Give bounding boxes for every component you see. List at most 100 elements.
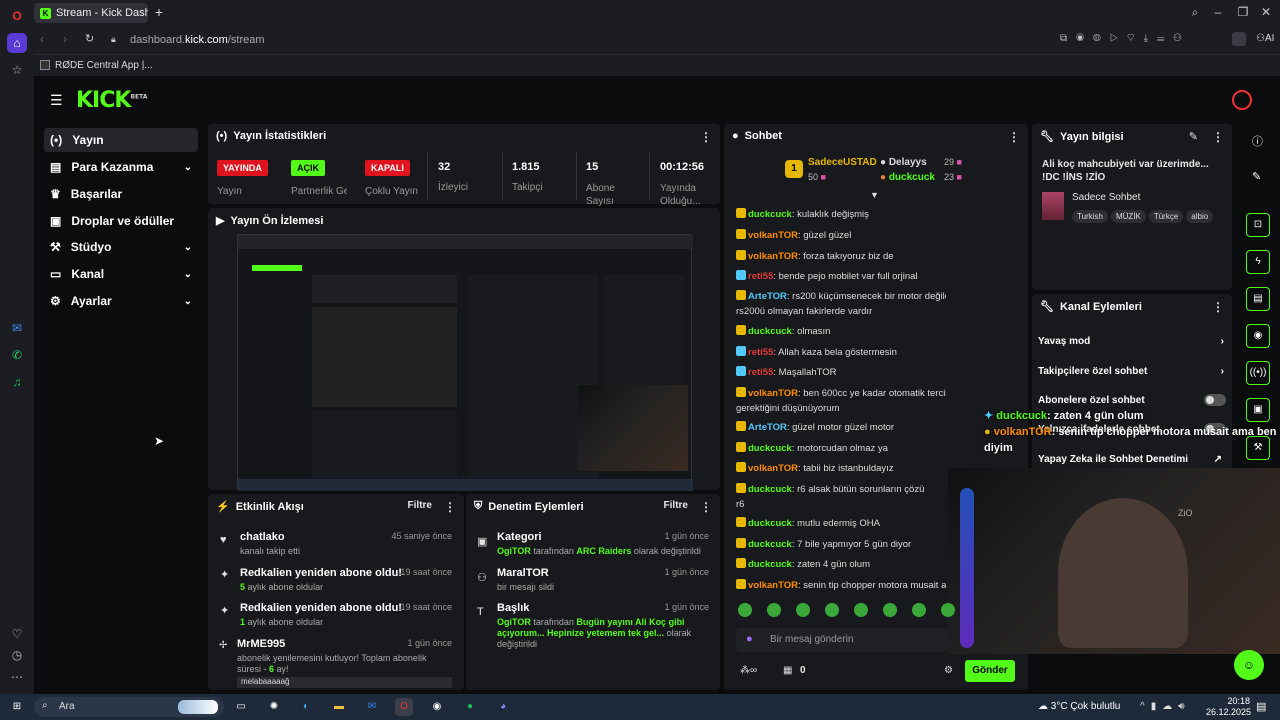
weather-widget[interactable]: ☁ 3°C Çok bulutlu — [1038, 701, 1120, 712]
send-button[interactable]: Gönder — [965, 660, 1015, 682]
emote-icon[interactable] — [767, 603, 781, 617]
more-options-icon[interactable]: ⋮ — [1212, 300, 1224, 314]
opera-taskbar-icon[interactable]: O — [395, 698, 413, 716]
search-tabs-icon[interactable]: ⌕ — [1187, 4, 1203, 20]
user-avatar[interactable] — [1232, 90, 1252, 110]
emote-icon[interactable] — [825, 603, 839, 617]
aria-ai-button[interactable]: ⚇AI — [1256, 33, 1274, 44]
close-window-button[interactable]: ✕ — [1258, 4, 1274, 20]
emote-icon[interactable] — [941, 603, 955, 617]
broadcast-icon: (•) — [50, 133, 63, 147]
file-explorer-icon[interactable]: ▬ — [330, 698, 348, 716]
edge-icon[interactable]: ◐ — [297, 698, 315, 716]
more-icon[interactable]: ⋯ — [7, 667, 27, 687]
rail-bolt-button[interactable]: ϟ — [1246, 250, 1270, 274]
home-icon[interactable]: ⌂ — [7, 33, 27, 53]
live-badge: YAYINDA — [217, 160, 268, 176]
kick-logo[interactable]: KICKBETA — [76, 88, 147, 113]
new-tab-button[interactable]: + — [152, 5, 166, 19]
windows-start-icon[interactable]: ⊞ — [8, 698, 26, 716]
chevron-right-icon: › — [1220, 366, 1224, 377]
obs-icon[interactable]: ◉ — [428, 698, 446, 716]
more-options-icon[interactable]: ⋮ — [700, 130, 712, 144]
chat-message: duckcuck: r6 alsak bütün sorunların çözü — [736, 483, 946, 497]
nav-item-para-kazanma[interactable]: ▤ Para Kazanma ⌄ — [44, 155, 198, 179]
gear-icon[interactable]: ⚙ — [944, 665, 953, 676]
system-tray-icons[interactable]: ^▮☁🔊︎ — [1140, 701, 1191, 712]
minimize-button[interactable]: – — [1210, 4, 1226, 20]
nav-item-basarilar[interactable]: ♛ Başarılar — [44, 182, 198, 206]
stream-preview-video[interactable] — [237, 234, 693, 491]
notification-icon[interactable]: ▤ — [1256, 700, 1266, 713]
user-badge-icon — [736, 387, 746, 397]
emote-icon[interactable] — [738, 603, 752, 617]
chat-input-box[interactable]: ● Bir mesaj gönderin — [736, 628, 948, 652]
emote-icon[interactable] — [854, 603, 868, 617]
emote-icon[interactable] — [796, 603, 810, 617]
subs-only-toggle[interactable] — [1204, 394, 1226, 406]
collapse-icon[interactable]: ▼ — [870, 190, 879, 200]
celebrate-icon: ✢ — [219, 640, 228, 651]
user-badge-icon — [736, 462, 746, 472]
support-chat-button[interactable]: ☺ — [1234, 650, 1264, 680]
star-icon[interactable]: ☆ — [7, 60, 27, 80]
more-options-icon[interactable]: ⋮ — [444, 500, 456, 514]
nav-item-kanal[interactable]: ▭ Kanal ⌄ — [44, 262, 198, 286]
infinity-icon[interactable]: ⁂∞ — [740, 665, 757, 676]
nav-item-yayin[interactable]: (•) Yayın — [44, 128, 198, 152]
chatgpt-icon[interactable]: ✺ — [265, 698, 283, 716]
history-icon[interactable]: ◷ — [7, 645, 27, 665]
rode-favicon-icon — [40, 60, 50, 70]
nav-item-ayarlar[interactable]: ⚙ Ayarlar ⌄ — [44, 289, 198, 313]
chat-message: gerektiğini düşünüyorum — [736, 403, 840, 414]
heart-icon[interactable]: ♡ — [7, 624, 27, 644]
rail-camera-button[interactable]: ⊡ — [1246, 213, 1270, 237]
chat-message: ArteTOR: güzel motor güzel motor — [736, 421, 946, 435]
browser-tab[interactable]: K Stream - Kick Dashboard — [34, 3, 148, 23]
forward-icon[interactable]: › — [63, 32, 67, 46]
outlook-icon[interactable]: ✉ — [363, 698, 381, 716]
messenger-icon[interactable]: ✉ — [7, 318, 27, 338]
nav-item-droplar[interactable]: ▣ Droplar ve ödüller — [44, 209, 198, 233]
maximize-button[interactable]: ❐ — [1235, 4, 1251, 20]
activity-filter-button[interactable]: Filtre — [408, 500, 432, 511]
extension-icon[interactable] — [1232, 32, 1246, 46]
edit-icon[interactable]: ✎ — [1252, 170, 1261, 183]
reload-icon[interactable]: ↻ — [85, 32, 94, 45]
address-bar-tools[interactable]: ⧉◉◍▷♡⤓☰⚇ — [1060, 33, 1191, 44]
tab-title: Stream - Kick Dashboard — [56, 7, 148, 19]
spotify-taskbar-icon[interactable]: ● — [461, 698, 479, 716]
camera-icon: ▶ — [216, 215, 225, 227]
task-view-icon[interactable]: ▭ — [232, 698, 250, 716]
bookmark-item[interactable]: RØDE Central App |... — [40, 56, 153, 74]
more-options-icon[interactable]: ⋮ — [700, 500, 712, 514]
whatsapp-icon[interactable]: ✆ — [7, 345, 27, 365]
top-gifter-3: ● duckcuck — [880, 172, 935, 183]
slow-mode-item[interactable]: Yavaş mod › — [1038, 336, 1228, 347]
menu-icon[interactable]: ☰ — [50, 92, 64, 108]
clock[interactable]: 20:18 26.12.2025 — [1206, 696, 1251, 718]
opera-logo-icon[interactable]: O — [7, 6, 27, 26]
emote-icon[interactable] — [912, 603, 926, 617]
top-gifter-2: ● Delayys — [880, 157, 927, 168]
rail-broadcast-button[interactable]: ((•)) — [1246, 361, 1270, 385]
info-icon[interactable]: ⓘ — [1252, 133, 1263, 149]
rail-chat-button[interactable]: ◉ — [1246, 324, 1270, 348]
emote-icon[interactable] — [883, 603, 897, 617]
more-options-icon[interactable]: ⋮ — [1008, 130, 1020, 144]
edit-icon[interactable]: ✎ — [1189, 130, 1198, 143]
webcam-overlay: ZiO — [948, 468, 1280, 654]
discord-icon[interactable]: ◕ — [494, 698, 512, 716]
back-icon[interactable]: ‹ — [40, 32, 44, 46]
category-thumbnail — [1042, 192, 1064, 220]
moderation-filter-button[interactable]: Filtre — [664, 500, 688, 511]
nav-item-studyo[interactable]: ⚒ Stüdyo ⌄ — [44, 235, 198, 259]
followers-only-item[interactable]: Takipçilere özel sohbet › — [1038, 366, 1228, 377]
broadcast-icon: (•) — [216, 130, 228, 142]
uptime-value: 00:12:56 — [660, 161, 705, 173]
spotify-icon[interactable]: ♫ — [7, 372, 27, 392]
more-options-icon[interactable]: ⋮ — [1212, 130, 1224, 144]
mic-icon[interactable]: ● — [746, 633, 753, 645]
taskbar-search[interactable]: ⌕ Ara — [34, 697, 224, 717]
rail-list-button[interactable]: ▤ — [1246, 287, 1270, 311]
